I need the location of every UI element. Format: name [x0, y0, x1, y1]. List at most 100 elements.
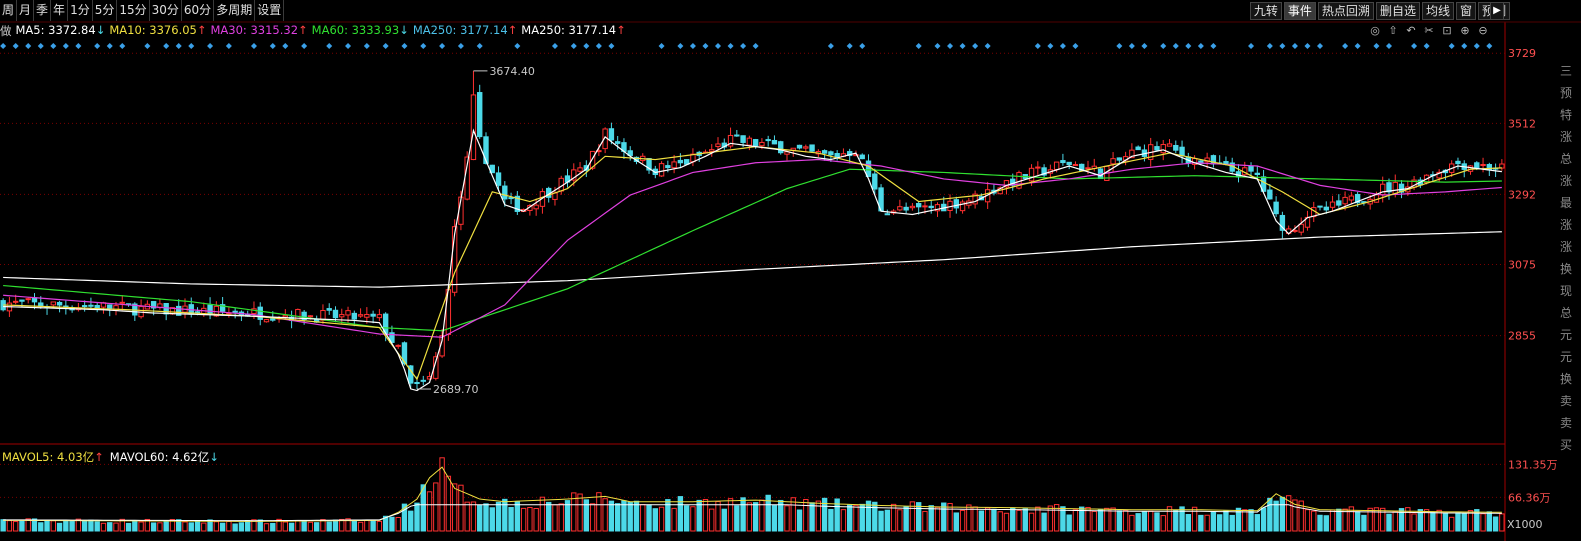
volume-bar: [997, 511, 1003, 532]
candle-body: [1486, 164, 1493, 171]
volume-bar: [483, 503, 489, 532]
candle-body: [1254, 172, 1260, 176]
candle-body: [207, 304, 213, 315]
volume-bar: [395, 516, 401, 532]
event-marker-icon: [1304, 43, 1311, 49]
volume-bar: [740, 497, 746, 532]
volume-bar: [1091, 510, 1097, 532]
ma250-line: [3, 231, 1502, 288]
candle-body: [1298, 223, 1304, 233]
volume-bar: [1204, 514, 1210, 532]
volume-bar: [263, 523, 270, 532]
kline-chart[interactable]: 3729 3512 3292 3075 2855 131.35万 66.36万 X1000 36…: [0, 0, 1581, 541]
event-marker-icon: [1373, 43, 1380, 49]
candle-body: [282, 314, 289, 318]
volume-bar: [132, 520, 138, 532]
candle-body: [81, 305, 88, 308]
event-marker-icon: [363, 43, 370, 49]
volume-bar: [495, 501, 502, 532]
side-strip-char: 元: [1560, 328, 1573, 342]
candle-body: [107, 304, 113, 309]
event-marker-icon: [401, 43, 408, 49]
volume-bar: [840, 509, 847, 532]
volume-bar: [307, 521, 314, 532]
vol-legend-item: MAVOL60: 4.62亿↓: [109, 450, 219, 464]
candle-body: [194, 311, 201, 314]
volume-bar: [872, 501, 878, 532]
volume-bar: [959, 509, 966, 532]
event-marker-icon: [119, 43, 126, 49]
event-marker-icon: [1342, 43, 1349, 49]
volume-bar: [1104, 507, 1110, 532]
event-marker-icon: [207, 43, 214, 49]
event-marker-icon: [476, 43, 483, 49]
volume-bar: [984, 507, 991, 532]
volume-bar: [922, 510, 928, 532]
volume-unit-label: X1000: [1507, 518, 1543, 531]
candle-body: [1135, 146, 1141, 151]
volume-bar: [232, 523, 238, 532]
event-marker-icon: [727, 43, 734, 49]
candle-body: [903, 206, 909, 211]
volume-bar: [138, 521, 144, 532]
volume-bar: [715, 501, 721, 532]
volume-bar: [514, 501, 521, 532]
candle-body: [12, 300, 19, 303]
candle-body: [1248, 165, 1254, 172]
event-marker-icon: [1448, 43, 1455, 49]
event-marker-icon: [37, 43, 44, 49]
event-marker-icon: [1486, 43, 1493, 49]
volume-bar: [1492, 516, 1499, 532]
volume-bar: [357, 521, 364, 532]
event-marker-icon: [326, 43, 333, 49]
volume-bar: [1028, 512, 1035, 532]
volume-bar: [1097, 508, 1104, 532]
volume-bar: [288, 522, 295, 532]
volume-bar: [1242, 509, 1248, 532]
volume-bar: [301, 520, 307, 532]
candle-body: [25, 298, 31, 301]
candle-body: [884, 213, 891, 216]
candle-body: [307, 315, 314, 318]
volume-bar: [552, 504, 558, 532]
candle-body: [370, 313, 376, 317]
event-marker-icon: [1160, 43, 1167, 49]
candle-body: [834, 153, 840, 158]
event-marker-icon: [689, 43, 696, 49]
event-marker-icon: [1185, 43, 1192, 49]
volume-bar: [1072, 509, 1079, 532]
candle-body: [502, 185, 508, 200]
volume-bar: [658, 506, 665, 532]
event-marker-icon: [301, 43, 308, 49]
volume-bar: [19, 520, 25, 532]
candle-body: [1160, 144, 1166, 154]
candle-body: [752, 139, 759, 147]
volume-bar: [602, 498, 608, 532]
event-marker-icon: [250, 43, 257, 49]
volume-bar: [727, 498, 734, 532]
volume-bar: [1041, 512, 1047, 532]
event-marker-icon: [94, 43, 101, 49]
volume-bar: [1329, 509, 1336, 532]
candle-body: [1116, 157, 1123, 161]
event-marker-icon: [715, 43, 722, 49]
candle-body: [658, 163, 665, 177]
event-marker-icon: [106, 43, 113, 49]
candle-body: [778, 141, 784, 154]
volume-tick-label: 131.35万: [1508, 458, 1558, 471]
volume-bar: [847, 504, 853, 532]
price-tick-label: 3075: [1508, 259, 1536, 272]
event-marker-icon: [514, 43, 521, 49]
candle-body: [608, 128, 615, 141]
volume-bar: [339, 518, 345, 532]
candle-body: [50, 301, 56, 306]
candle-body: [351, 312, 357, 320]
volume-bar: [1442, 513, 1449, 532]
event-marker-icon: [345, 43, 352, 49]
event-marker-icon: [702, 43, 709, 49]
volume-bar: [809, 502, 815, 532]
event-marker-icon: [1291, 43, 1298, 49]
volume-bar: [1160, 515, 1166, 532]
volume-bar: [702, 498, 709, 532]
candle-body: [19, 299, 25, 302]
